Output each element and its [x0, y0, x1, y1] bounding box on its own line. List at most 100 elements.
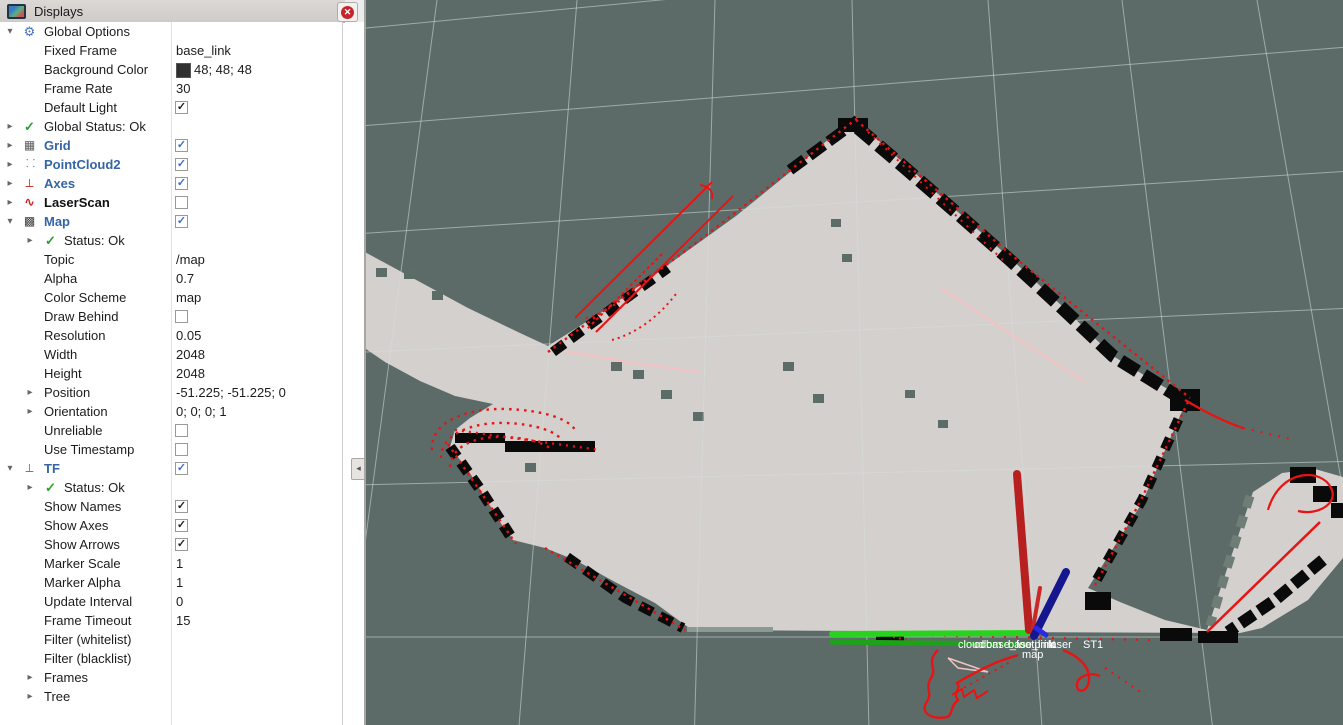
close-panel-button[interactable]: ✕	[337, 2, 358, 22]
collapse-arrow-icon[interactable]: ▾	[4, 22, 16, 41]
property-row-fixed-frame[interactable]: Fixed Frame base_link	[0, 41, 342, 60]
property-value-cell[interactable]: ✓	[172, 535, 340, 554]
expand-arrow-icon[interactable]: ▸	[24, 668, 36, 687]
property-row-frame-timeout[interactable]: Frame Timeout 15	[0, 611, 342, 630]
property-row-grid[interactable]: ▸ ▦ Grid ✓	[0, 136, 342, 155]
property-value-cell[interactable]: ✓	[172, 212, 340, 231]
property-row-show-names[interactable]: Show Names ✓	[0, 497, 342, 516]
panel-titlebar[interactable]: Displays	[0, 0, 345, 23]
property-row-frames[interactable]: ▸ Frames	[0, 668, 342, 687]
property-row-color-scheme[interactable]: Color Scheme map	[0, 288, 342, 307]
property-value[interactable]: 15	[176, 611, 190, 630]
property-row-filter-blacklist-[interactable]: Filter (blacklist)	[0, 649, 342, 668]
property-value-cell[interactable]	[172, 440, 340, 459]
property-value-cell[interactable]	[172, 649, 340, 668]
property-row-frame-rate[interactable]: Frame Rate 30	[0, 79, 342, 98]
expand-arrow-icon[interactable]: ▸	[24, 383, 36, 402]
property-value-cell[interactable]	[172, 668, 340, 687]
expand-arrow-icon[interactable]: ▸	[4, 174, 16, 193]
property-value-cell[interactable]: base_link	[172, 41, 340, 60]
property-row-map[interactable]: ▾ ▩ Map ✓	[0, 212, 342, 231]
property-value-cell[interactable]: 1	[172, 573, 340, 592]
checkbox-unchecked[interactable]	[175, 196, 188, 209]
property-row-topic[interactable]: Topic/map	[0, 250, 342, 269]
3d-viewport[interactable]: cloud odom base_footprint base_link lase…	[366, 0, 1343, 725]
property-row-status-ok[interactable]: ▸ ✓ Status: Ok	[0, 478, 342, 497]
property-row-pointcloud2[interactable]: ▸ ⸬ PointCloud2 ✓	[0, 155, 342, 174]
property-value-cell[interactable]: 0; 0; 0; 1	[172, 402, 340, 421]
property-row-unreliable[interactable]: Unreliable	[0, 421, 342, 440]
property-row-height[interactable]: Height 2048	[0, 364, 342, 383]
property-value-cell[interactable]	[172, 307, 340, 326]
property-value[interactable]: 0; 0; 0; 1	[176, 402, 227, 421]
checkbox-checked[interactable]: ✓	[175, 215, 188, 228]
property-row-global-options[interactable]: ▾ ⚙ Global Options	[0, 22, 342, 41]
property-value[interactable]: -51.225; -51.225; 0	[176, 383, 286, 402]
property-value-cell[interactable]	[172, 117, 340, 136]
property-value-cell[interactable]: ✓	[172, 516, 340, 535]
property-value[interactable]: /map	[176, 250, 205, 269]
checkbox-checked[interactable]: ✓	[175, 101, 188, 114]
property-value-cell[interactable]: 30	[172, 79, 340, 98]
property-row-background-color[interactable]: Background Color 48; 48; 48	[0, 60, 342, 79]
property-tree[interactable]: ▾ ⚙ Global Options Fixed Frame base_link Back…	[0, 22, 343, 725]
property-value-cell[interactable]: ✓	[172, 98, 340, 117]
property-value[interactable]: 30	[176, 79, 190, 98]
property-row-show-arrows[interactable]: Show Arrows ✓	[0, 535, 342, 554]
property-value-cell[interactable]: ✓	[172, 155, 340, 174]
property-value-cell[interactable]: -51.225; -51.225; 0	[172, 383, 340, 402]
property-value[interactable]: 1	[176, 554, 183, 573]
checkbox-checked[interactable]: ✓	[175, 158, 188, 171]
property-row-width[interactable]: Width 2048	[0, 345, 342, 364]
property-row-global-status-ok[interactable]: ▸ ✓ Global Status: Ok	[0, 117, 342, 136]
expand-arrow-icon[interactable]: ▸	[24, 478, 36, 497]
checkbox-unchecked[interactable]	[175, 443, 188, 456]
property-value[interactable]: map	[176, 288, 201, 307]
property-value-cell[interactable]	[172, 421, 340, 440]
expand-arrow-icon[interactable]: ▸	[4, 136, 16, 155]
checkbox-checked[interactable]: ✓	[175, 538, 188, 551]
collapse-arrow-icon[interactable]: ▾	[4, 459, 16, 478]
expand-arrow-icon[interactable]: ▸	[4, 193, 16, 212]
expand-arrow-icon[interactable]: ▸	[24, 402, 36, 421]
property-value-cell[interactable]: 0.05	[172, 326, 340, 345]
property-row-update-interval[interactable]: Update Interval 0	[0, 592, 342, 611]
property-value[interactable]: 1	[176, 573, 183, 592]
checkbox-unchecked[interactable]	[175, 424, 188, 437]
property-row-show-axes[interactable]: Show Axes ✓	[0, 516, 342, 535]
property-value[interactable]: base_link	[176, 41, 231, 60]
property-value[interactable]: 2048	[176, 364, 205, 383]
property-row-filter-whitelist-[interactable]: Filter (whitelist)	[0, 630, 342, 649]
property-value-cell[interactable]: ✓	[172, 174, 340, 193]
expand-arrow-icon[interactable]: ▸	[4, 155, 16, 174]
property-value[interactable]: 0.05	[176, 326, 201, 345]
expand-arrow-icon[interactable]: ▸	[4, 117, 16, 136]
property-value[interactable]: 0.7	[176, 269, 194, 288]
property-value-cell[interactable]: 1	[172, 554, 340, 573]
checkbox-checked[interactable]: ✓	[175, 462, 188, 475]
property-value-cell[interactable]	[172, 231, 340, 250]
property-value-cell[interactable]	[172, 478, 340, 497]
property-value[interactable]: 2048	[176, 345, 205, 364]
collapse-arrow-icon[interactable]: ▾	[4, 212, 16, 231]
property-row-laserscan[interactable]: ▸ ∿ LaserScan	[0, 193, 342, 212]
property-value-cell[interactable]: 0	[172, 592, 340, 611]
property-row-marker-scale[interactable]: Marker Scale 1	[0, 554, 342, 573]
property-value-cell[interactable]	[172, 193, 340, 212]
expand-arrow-icon[interactable]: ▸	[24, 687, 36, 706]
color-swatch[interactable]	[176, 63, 191, 78]
property-row-orientation[interactable]: ▸ Orientation 0; 0; 0; 1	[0, 402, 342, 421]
property-row-status-ok[interactable]: ▸ ✓ Status: Ok	[0, 231, 342, 250]
property-value-cell[interactable]: ✓	[172, 497, 340, 516]
property-value-cell[interactable]	[172, 687, 340, 706]
property-row-alpha[interactable]: Alpha 0.7	[0, 269, 342, 288]
property-row-tf[interactable]: ▾ ⟂ TF ✓	[0, 459, 342, 478]
property-value-cell[interactable]	[172, 22, 340, 41]
property-value-cell[interactable]: 2048	[172, 364, 340, 383]
property-value[interactable]: 0	[176, 592, 183, 611]
checkbox-unchecked[interactable]	[175, 310, 188, 323]
property-value-cell[interactable]: map	[172, 288, 340, 307]
property-value-cell[interactable]: 48; 48; 48	[172, 60, 340, 79]
property-row-default-light[interactable]: Default Light ✓	[0, 98, 342, 117]
property-value-cell[interactable]: ✓	[172, 459, 340, 478]
